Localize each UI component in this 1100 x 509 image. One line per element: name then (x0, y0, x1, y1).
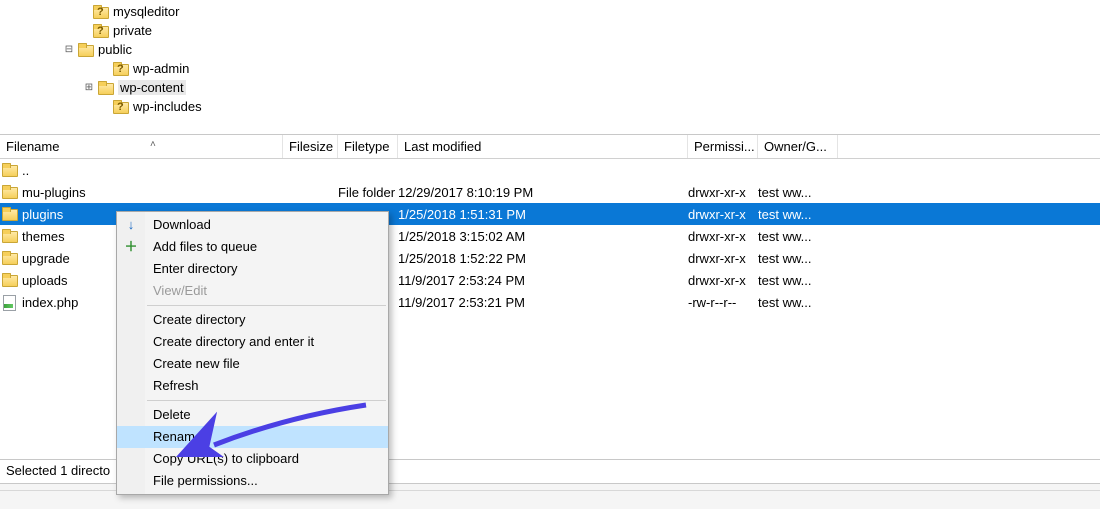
context-menu: ↓ Download ＋ Add files to queue Enter di… (116, 211, 389, 495)
column-filesize[interactable]: Filesize (283, 135, 338, 158)
remote-tree-panel[interactable]: ? mysqleditor ? private public ? wp-admi… (0, 0, 1100, 135)
cell-own: test ww... (758, 185, 811, 200)
tree-node-mysqleditor[interactable]: ? mysqleditor (0, 2, 1100, 21)
cell-perm: drwxr-xr-x (688, 207, 746, 222)
tree-label: private (113, 23, 152, 38)
tree-node-private[interactable]: ? private (0, 21, 1100, 40)
menu-separator (147, 400, 386, 401)
folder-question-icon: ? (113, 100, 129, 114)
column-owner[interactable]: Owner/G... (758, 135, 838, 158)
list-row[interactable]: mu-plugins File folder 12/29/2017 8:10:1… (0, 181, 1100, 203)
tree-node-public[interactable]: public (0, 40, 1100, 59)
column-filename-label: Filename (6, 139, 59, 154)
menu-view-edit: View/Edit (117, 280, 388, 302)
folder-icon (2, 273, 18, 287)
column-permissions[interactable]: Permissi... (688, 135, 758, 158)
menu-create-directory-enter[interactable]: Create directory and enter it (117, 331, 388, 353)
cell-name: themes (22, 229, 65, 244)
folder-icon (98, 81, 114, 95)
tree-label: mysqleditor (113, 4, 179, 19)
cell-mod: 1/25/2018 3:15:02 AM (398, 229, 525, 244)
cell-perm: -rw-r--r-- (688, 295, 736, 310)
tree-twisty-none (98, 63, 110, 75)
menu-rename[interactable]: Rename (117, 426, 388, 448)
cell-name: uploads (22, 273, 68, 288)
tree-twisty-none (98, 101, 110, 113)
list-row-parent[interactable]: .. (0, 159, 1100, 181)
cell-perm: drwxr-xr-x (688, 229, 746, 244)
menu-refresh[interactable]: Refresh (117, 375, 388, 397)
menu-download[interactable]: ↓ Download (117, 214, 388, 236)
download-icon: ↓ (123, 217, 139, 233)
folder-up-icon (2, 163, 18, 177)
tree-twisty-none (78, 25, 90, 37)
folder-icon (2, 185, 18, 199)
folder-icon (2, 229, 18, 243)
cell-name: mu-plugins (22, 185, 86, 200)
tree-node-wp-includes[interactable]: ? wp-includes (0, 97, 1100, 116)
folder-question-icon: ? (93, 24, 109, 38)
column-filetype[interactable]: Filetype (338, 135, 398, 158)
cell-mod: 1/25/2018 1:52:22 PM (398, 251, 526, 266)
column-last-modified[interactable]: Last modified (398, 135, 688, 158)
sort-ascending-icon: ˄ (150, 139, 156, 150)
cell-name: upgrade (22, 251, 70, 266)
cell-own: test ww... (758, 251, 811, 266)
folder-icon (2, 251, 18, 265)
php-file-icon (2, 295, 18, 309)
tree-node-wp-content[interactable]: wp-content (0, 78, 1100, 97)
plus-icon: ＋ (123, 239, 139, 255)
menu-enter-directory[interactable]: Enter directory (117, 258, 388, 280)
cell-mod: 12/29/2017 8:10:19 PM (398, 185, 533, 200)
menu-create-directory[interactable]: Create directory (117, 309, 388, 331)
cell-perm: drwxr-xr-x (688, 251, 746, 266)
menu-add-to-queue[interactable]: ＋ Add files to queue (117, 236, 388, 258)
cell-mod: 11/9/2017 2:53:24 PM (398, 273, 525, 288)
column-filename[interactable]: Filename ˄ (0, 135, 283, 158)
menu-copy-urls[interactable]: Copy URL(s) to clipboard (117, 448, 388, 470)
menu-create-new-file[interactable]: Create new file (117, 353, 388, 375)
cell-type: File folder (338, 185, 395, 200)
tree-expand-icon[interactable] (83, 82, 95, 94)
folder-icon (78, 43, 94, 57)
cell-mod: 1/25/2018 1:51:31 PM (398, 207, 526, 222)
cell-mod: 11/9/2017 2:53:21 PM (398, 295, 525, 310)
cell-name: plugins (22, 207, 63, 222)
status-text: Selected 1 directo (6, 463, 110, 478)
file-list-header: Filename ˄ Filesize Filetype Last modifi… (0, 135, 1100, 159)
tree-label: wp-admin (133, 61, 189, 76)
cell-own: test ww... (758, 229, 811, 244)
cell-own: test ww... (758, 295, 811, 310)
menu-separator (147, 305, 386, 306)
cell-perm: drwxr-xr-x (688, 185, 746, 200)
tree-label: wp-includes (133, 99, 202, 114)
tree-label: public (98, 42, 132, 57)
tree-twisty-none (78, 6, 90, 18)
cell-name: .. (22, 163, 29, 178)
tree-node-wp-admin[interactable]: ? wp-admin (0, 59, 1100, 78)
cell-name: index.php (22, 295, 78, 310)
tree-collapse-icon[interactable] (63, 44, 75, 56)
folder-icon (2, 207, 18, 221)
folder-question-icon: ? (93, 5, 109, 19)
menu-delete[interactable]: Delete (117, 404, 388, 426)
menu-file-permissions[interactable]: File permissions... (117, 470, 388, 492)
folder-question-icon: ? (113, 62, 129, 76)
cell-own: test ww... (758, 207, 811, 222)
cell-own: test ww... (758, 273, 811, 288)
tree-label: wp-content (118, 80, 186, 95)
cell-perm: drwxr-xr-x (688, 273, 746, 288)
